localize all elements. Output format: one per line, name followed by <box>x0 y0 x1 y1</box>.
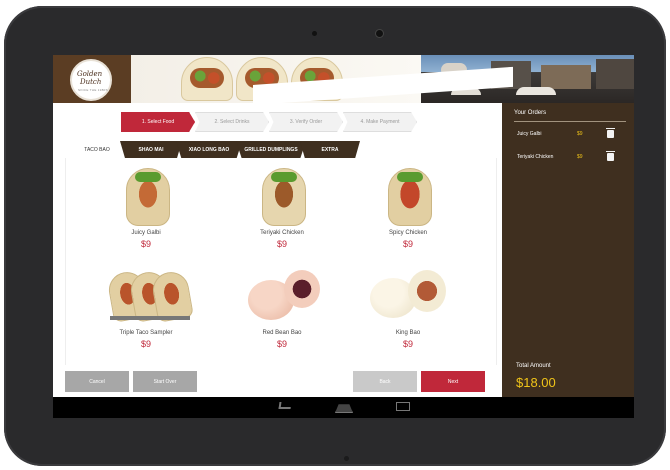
category-tabs: TACO BAO SHAO MAI XIAO LONG BAO GRILLED … <box>68 141 360 158</box>
menu-item-name: Red Bean Bao <box>262 330 302 336</box>
checkout-steps: 1. Select Food 2. Select Drinks 3. Verif… <box>121 112 417 132</box>
order-row: Teriyaki Chicken $9 <box>517 151 629 163</box>
tab-xiao-long-bao[interactable]: XIAO LONG BAO <box>176 141 242 158</box>
tab-shao-mai[interactable]: SHAO MAI <box>120 141 182 158</box>
step-verify-order[interactable]: 3. Verify Order <box>269 112 343 132</box>
order-item-name: Juicy Galbi <box>517 131 542 137</box>
orders-title: Your Orders <box>514 110 547 116</box>
taco-galbi-image <box>106 166 186 226</box>
menu-item-price: $9 <box>402 239 413 249</box>
trash-icon[interactable] <box>606 128 615 138</box>
menu-item-triple-taco-sampler[interactable]: Triple Taco Sampler $9 <box>76 266 216 349</box>
menu-item-name: Spicy Chicken <box>388 230 427 236</box>
logo-text: Golden <box>77 70 103 78</box>
header-banner: Golden Dutch SINCE THE 1980S <box>53 55 634 103</box>
android-nav-bar <box>53 397 634 418</box>
home-nav-icon[interactable] <box>335 404 353 413</box>
menu-item-spicy-chicken[interactable]: Spicy Chicken $9 <box>338 166 478 249</box>
umbrella <box>516 87 556 95</box>
red-bean-bao-image <box>242 266 322 324</box>
step-select-food[interactable]: 1. Select Food <box>121 112 195 132</box>
tab-taco-bao[interactable]: TACO BAO <box>68 141 126 158</box>
building <box>596 59 634 89</box>
app-screen: Golden Dutch SINCE THE 1980S 1. Select F… <box>53 55 634 418</box>
order-row: Juicy Galbi $9 <box>517 128 629 140</box>
tablet-home-dot <box>344 456 349 461</box>
camera-lens <box>376 30 383 37</box>
next-button[interactable]: Next <box>421 371 485 392</box>
step-make-payment[interactable]: 4. Make Payment <box>343 112 417 132</box>
menu-grid: Juicy Galbi $9 Teriyaki Chicken $9 Spicy… <box>65 158 497 365</box>
start-over-button[interactable]: Start Over <box>133 371 197 392</box>
tab-extra[interactable]: EXTRA <box>300 141 360 158</box>
menu-item-juicy-galbi[interactable]: Juicy Galbi $9 <box>76 166 216 249</box>
recent-apps-icon[interactable] <box>396 402 410 411</box>
menu-item-king-bao[interactable]: King Bao $9 <box>338 266 478 349</box>
menu-item-price: $9 <box>276 339 287 349</box>
trash-icon[interactable] <box>606 151 615 161</box>
logo-tagline: SINCE THE 1980S <box>78 88 108 92</box>
camera-sensor <box>312 31 317 36</box>
menu-item-price: $9 <box>140 339 151 349</box>
menu-item-name: Triple Taco Sampler <box>119 330 173 336</box>
order-item-name: Teriyaki Chicken <box>517 154 554 160</box>
order-item-price: $9 <box>577 131 583 137</box>
king-bao-image <box>368 266 448 324</box>
logo-text: Dutch <box>80 78 102 86</box>
menu-item-name: Juicy Galbi <box>131 230 161 236</box>
tab-grilled-dumplings[interactable]: GRILLED DUMPLINGS <box>236 141 306 158</box>
banner-taco-image <box>181 57 233 101</box>
taco-sampler-image <box>106 266 194 324</box>
menu-item-teriyaki-chicken[interactable]: Teriyaki Chicken $9 <box>212 166 352 249</box>
menu-item-price: $9 <box>402 339 413 349</box>
order-item-price: $9 <box>577 154 583 160</box>
menu-item-price: $9 <box>276 239 287 249</box>
building <box>541 65 591 89</box>
total-amount: $18.00 <box>516 375 556 390</box>
brand-logo: Golden Dutch SINCE THE 1980S <box>70 59 112 101</box>
step-select-drinks[interactable]: 2. Select Drinks <box>195 112 269 132</box>
menu-item-name: King Bao <box>395 330 421 336</box>
cancel-button[interactable]: Cancel <box>65 371 129 392</box>
menu-item-price: $9 <box>140 239 151 249</box>
back-nav-icon[interactable] <box>278 402 292 409</box>
taco-teriyaki-image <box>242 166 322 226</box>
back-button[interactable]: Back <box>353 371 417 392</box>
total-label: Total Amount <box>516 363 551 369</box>
taco-spicy-image <box>368 166 448 226</box>
orders-panel: Your Orders Juicy Galbi $9 Teriyaki Chic… <box>502 103 634 397</box>
menu-item-name: Teriyaki Chicken <box>260 230 304 236</box>
menu-item-red-bean-bao[interactable]: Red Bean Bao $9 <box>212 266 352 349</box>
orders-divider <box>514 121 626 122</box>
